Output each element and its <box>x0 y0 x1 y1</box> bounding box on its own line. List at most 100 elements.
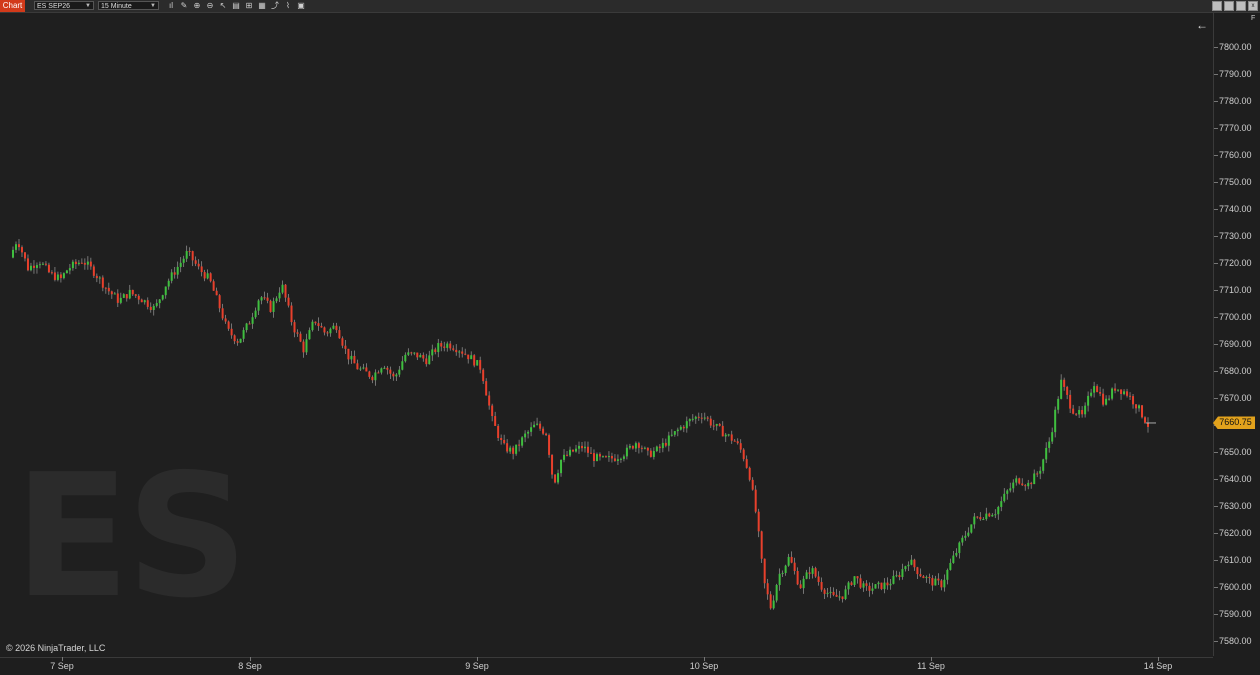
candle-up <box>533 424 536 428</box>
x-tick-label: 10 Sep <box>689 661 719 671</box>
candle-up <box>515 444 518 454</box>
candle-down <box>149 306 152 311</box>
candle-down <box>59 274 62 279</box>
candle-down <box>200 266 203 273</box>
candle-down <box>730 434 733 441</box>
pencil-icon[interactable]: ✎ <box>179 0 189 12</box>
candle-down <box>506 443 509 452</box>
maximize-button[interactable] <box>1236 1 1246 11</box>
candle-up <box>595 454 598 462</box>
share-icon[interactable]: ⤴ <box>270 0 280 12</box>
y-tick-label: 7750.00 <box>1219 177 1252 187</box>
candle-up <box>1057 398 1060 410</box>
trend-icon[interactable]: ⌇ <box>283 0 293 12</box>
window-controls: x <box>1212 1 1258 11</box>
zoom-out-icon[interactable]: ⊖ <box>205 0 215 12</box>
candle-up <box>985 513 988 520</box>
candle-up <box>86 261 89 265</box>
candle-down <box>658 446 661 449</box>
candle-down <box>604 456 607 458</box>
candle-up <box>161 295 164 300</box>
candle-up <box>206 273 209 279</box>
candle-down <box>233 335 236 342</box>
candle-up <box>383 367 386 369</box>
candle-down <box>566 454 569 456</box>
strategies-icon[interactable]: ▦ <box>257 0 267 12</box>
y-tick-mark <box>1214 371 1218 372</box>
minimize-button[interactable] <box>1212 1 1222 11</box>
candle-down <box>92 266 95 276</box>
candle-down <box>467 354 470 360</box>
candle-down <box>763 558 766 584</box>
candle-up <box>871 588 874 591</box>
candle-down <box>799 584 802 589</box>
candle-down <box>817 576 820 583</box>
candle-down <box>646 447 649 451</box>
bar-chart-icon[interactable]: ıl <box>166 0 176 12</box>
zoom-in-icon[interactable]: ⊕ <box>192 0 202 12</box>
candle-up <box>958 542 961 553</box>
y-tick-label: 7620.00 <box>1219 528 1252 538</box>
candle-down <box>74 261 77 265</box>
candle-down <box>841 596 844 600</box>
candle-down <box>146 300 149 307</box>
candle-up <box>239 338 242 343</box>
candle-up <box>874 584 877 589</box>
y-tick-mark <box>1214 209 1218 210</box>
candle-down <box>760 531 763 559</box>
candle-up <box>167 280 170 287</box>
candle-up <box>901 569 904 578</box>
restore-button[interactable] <box>1224 1 1234 11</box>
candle-up <box>458 351 461 353</box>
candle-up <box>907 564 910 567</box>
candle-down <box>50 272 53 274</box>
candle-down <box>706 417 709 419</box>
candle-up <box>961 537 964 543</box>
candle-up <box>62 273 65 279</box>
indicators-icon[interactable]: ⊞ <box>244 0 254 12</box>
candle-down <box>542 428 545 434</box>
candle-up <box>952 555 955 563</box>
candle-up <box>12 249 14 258</box>
candle-up <box>536 423 539 425</box>
properties-icon[interactable]: ▤ <box>231 0 241 12</box>
candle-up <box>685 421 688 429</box>
y-tick-label: 7680.00 <box>1219 366 1252 376</box>
candle-up <box>401 361 404 370</box>
candle-down <box>488 395 491 406</box>
snapshot-icon[interactable]: ▣ <box>296 0 306 12</box>
candle-up <box>260 297 263 301</box>
x-tick-mark <box>250 657 251 661</box>
instrument-selector[interactable]: ES SEP26 ▼ <box>34 1 94 10</box>
pointer-icon[interactable]: ↖ <box>218 0 228 12</box>
candle-down <box>835 594 838 597</box>
candle-up <box>703 417 706 419</box>
y-tick-mark <box>1214 263 1218 264</box>
candle-down <box>637 443 640 448</box>
time-axis[interactable] <box>0 657 1213 675</box>
candle-down <box>1030 482 1033 485</box>
candle-down <box>928 576 931 579</box>
candle-down <box>410 352 413 354</box>
back-arrow-icon[interactable]: ← <box>1196 18 1208 32</box>
candle-down <box>248 323 251 325</box>
candle-down <box>299 333 302 342</box>
candle-up <box>179 262 182 267</box>
candle-up <box>359 368 362 370</box>
candle-up <box>305 339 308 353</box>
candle-up <box>679 426 682 430</box>
candle-down <box>497 425 500 439</box>
candle-down <box>479 360 482 370</box>
y-tick-label: 7590.00 <box>1219 609 1252 619</box>
chart-tab[interactable]: Chart <box>0 0 25 12</box>
last-price-tag: 7660.75 <box>1213 416 1255 430</box>
candle-down <box>95 275 98 279</box>
y-tick-label: 7670.00 <box>1219 393 1252 403</box>
x-tick-label: 8 Sep <box>238 661 262 671</box>
close-button[interactable]: x <box>1248 1 1258 11</box>
timeframe-selector[interactable]: 15 Minute ▼ <box>98 1 159 10</box>
candle-up <box>1090 392 1093 396</box>
candle-up <box>56 274 59 280</box>
candle-up <box>1003 493 1006 502</box>
candle-down <box>682 426 685 429</box>
